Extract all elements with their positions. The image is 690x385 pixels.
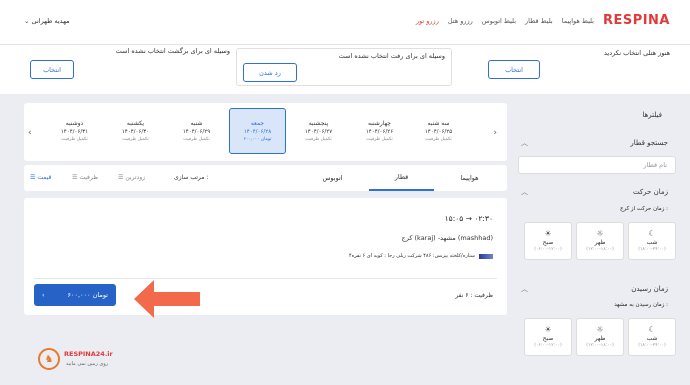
nav-bus[interactable]: بلیط اتوبوس: [482, 17, 516, 25]
route-text: کرج (karaj) -مشهد (mashhad): [401, 234, 493, 242]
tab-bus[interactable]: اتوبوس: [300, 165, 365, 191]
departure-sub: زمان حرکت از کرج :: [619, 206, 668, 212]
outbound-skip-button[interactable]: رد شدن: [243, 63, 297, 82]
user-name: مهدیه طهرانی: [31, 17, 70, 25]
sort-icon: ☰: [118, 174, 124, 181]
sort-icon: ☰: [72, 174, 78, 181]
chevron-down-icon: ⌄: [24, 17, 30, 25]
sort-capacity[interactable]: ☰ ظرفیت: [72, 174, 98, 181]
user-menu[interactable]: ⌄ مهدیه طهرانی: [24, 17, 70, 25]
footer-tagline: روی زمین نمی مانید: [66, 361, 109, 367]
moon-icon: ☾: [648, 325, 656, 334]
transport-tabs-bar: هواپیما قطار اتوبوس مرتب سازی : ☰ زودتری…: [24, 165, 507, 191]
chevron-up-icon[interactable]: ︿: [521, 187, 528, 197]
select-price-button[interactable]: ‹ ۶۰۰,۰۰۰ تومان: [34, 284, 116, 306]
date-item-selected[interactable]: جمعه ۱۴۰۴/۰۶/۲۸ ۶۰۰,۰۰۰ تومان: [229, 108, 286, 154]
arrival-tile-morning[interactable]: ☀ صبح (۰۶:۰۰-۱۲:۰۰): [524, 318, 572, 356]
nav-hotel[interactable]: رزرو هتل: [448, 17, 473, 25]
arrival-tile-noon[interactable]: ☼ ظهر (۱۲:۰۰-۱۸:۰۰): [576, 318, 624, 356]
brand-logo[interactable]: RESPINA: [603, 13, 670, 28]
arrival-time-title: زمان رسیدن: [631, 285, 668, 293]
hotel-summary-text: هنوز هتلی انتخاب نکردید: [603, 49, 670, 57]
outbound-card: وسیله ای برای رفت انتخاب نشده است رد شدن: [236, 48, 452, 86]
tab-flight[interactable]: هواپیما: [437, 165, 502, 191]
return-text: وسیله ای برای برگشت انتخاب نشده است: [115, 47, 230, 55]
nav-tour[interactable]: رزرو تور: [416, 17, 439, 25]
sun-icon: ☼: [596, 325, 604, 334]
arrival-time-tiles: ☾ شب (۱۸:۰۰-۲۴:۰۰) ☼ ظهر (۱۲:۰۰-۱۸:۰۰) ☀…: [524, 318, 676, 356]
departure-tile-morning[interactable]: ☀ صبح (۰۶:۰۰-۱۲:۰۰): [524, 222, 572, 260]
sun-icon: ☼: [596, 229, 604, 238]
moon-icon: ☾: [648, 229, 656, 238]
departure-time-tiles: ☾ شب (۱۸:۰۰-۲۴:۰۰) ☼ ظهر (۱۲:۰۰-۱۸:۰۰) ☀…: [524, 222, 676, 260]
tab-train[interactable]: قطار: [369, 165, 434, 191]
hotel-select-button[interactable]: انتخاب: [488, 60, 540, 79]
return-card: وسیله ای برای برگشت انتخاب نشده است انتخ…: [24, 44, 234, 86]
chevron-left-icon: ‹: [42, 291, 45, 299]
arrival-sub: زمان رسیدن به مشهد :: [614, 302, 668, 308]
train-name-input[interactable]: نام قطار: [518, 156, 676, 174]
result-divider: [34, 278, 497, 279]
arrival-tile-night[interactable]: ☾ شب (۱۸:۰۰-۲۴:۰۰): [628, 318, 676, 356]
departure-arrival-times: ۱۵:۰۵ → ۰۲:۳۰: [444, 214, 493, 223]
date-strip: › ‹ سه شنبه ۱۴۰۴/۰۶/۲۵ تکمیل ظرفیت چهارش…: [24, 103, 507, 161]
chevron-up-icon[interactable]: ︿: [521, 138, 528, 148]
sunrise-icon: ☀: [544, 229, 552, 238]
footer-logo-text: RESPINA24.ir: [64, 350, 113, 358]
train-operator-logo-icon: [479, 253, 493, 259]
date-item[interactable]: چهارشنبه ۱۴۰۴/۰۶/۲۶ تکمیل ظرفیت: [351, 108, 408, 154]
sunrise-icon: ☀: [544, 325, 552, 334]
train-result-card: ۱۵:۰۵ → ۰۲:۳۰ کرج (karaj) -مشهد (mashhad…: [24, 198, 507, 315]
date-item[interactable]: سه شنبه ۱۴۰۴/۰۶/۲۵ تکمیل ظرفیت: [410, 108, 467, 154]
chevron-right-icon[interactable]: ›: [493, 128, 497, 138]
respina24-logo-icon: ♞: [38, 348, 60, 370]
date-item[interactable]: شنبه ۱۴۰۴/۰۶/۲۹ تکمیل ظرفیت: [168, 108, 225, 154]
chevron-up-icon[interactable]: ︿: [521, 284, 528, 294]
date-item[interactable]: پنجشنبه ۱۴۰۴/۰۶/۲۷ تکمیل ظرفیت: [290, 108, 347, 154]
return-select-button[interactable]: انتخاب: [30, 60, 74, 79]
chevron-left-icon[interactable]: ‹: [28, 128, 32, 138]
train-details: ۴ستاره/کلخته بیزنس: ۴۸۶ شرکت ریلی رجا : …: [349, 253, 493, 259]
hotel-summary-card: هنوز هتلی انتخاب نکردید: [526, 47, 676, 87]
outbound-text: وسیله ای برای رفت انتخاب نشده است: [338, 52, 445, 60]
nav-flight[interactable]: بلیط هواپیما: [562, 17, 594, 25]
sort-price[interactable]: ☰ قیمت: [30, 174, 51, 181]
departure-tile-night[interactable]: ☾ شب (۱۸:۰۰-۲۴:۰۰): [628, 222, 676, 260]
sort-earliest[interactable]: ☰ زودترین: [118, 174, 145, 181]
capacity-text: ظرفیت : ۶ نفر: [455, 292, 493, 299]
search-train-title: جستجو قطار: [630, 139, 668, 147]
nav-train[interactable]: بلیط قطار: [525, 17, 553, 25]
pointer-arrow-icon: [134, 280, 200, 318]
sort-label: مرتب سازی :: [174, 174, 209, 181]
date-item[interactable]: دوشنبه ۱۴۰۴/۰۶/۳۱ تکمیل ظرفیت: [46, 108, 103, 154]
date-item[interactable]: یکشنبه ۱۴۰۴/۰۶/۳۰ تکمیل ظرفیت: [107, 108, 164, 154]
departure-tile-noon[interactable]: ☼ ظهر (۱۲:۰۰-۱۸:۰۰): [576, 222, 624, 260]
filters-title: فیلترها: [642, 111, 662, 119]
main-nav: بلیط هواپیما بلیط قطار بلیط اتوبوس رزرو …: [416, 17, 594, 25]
sort-icon: ☰: [30, 174, 36, 181]
departure-time-title: زمان حرکت: [632, 188, 668, 196]
